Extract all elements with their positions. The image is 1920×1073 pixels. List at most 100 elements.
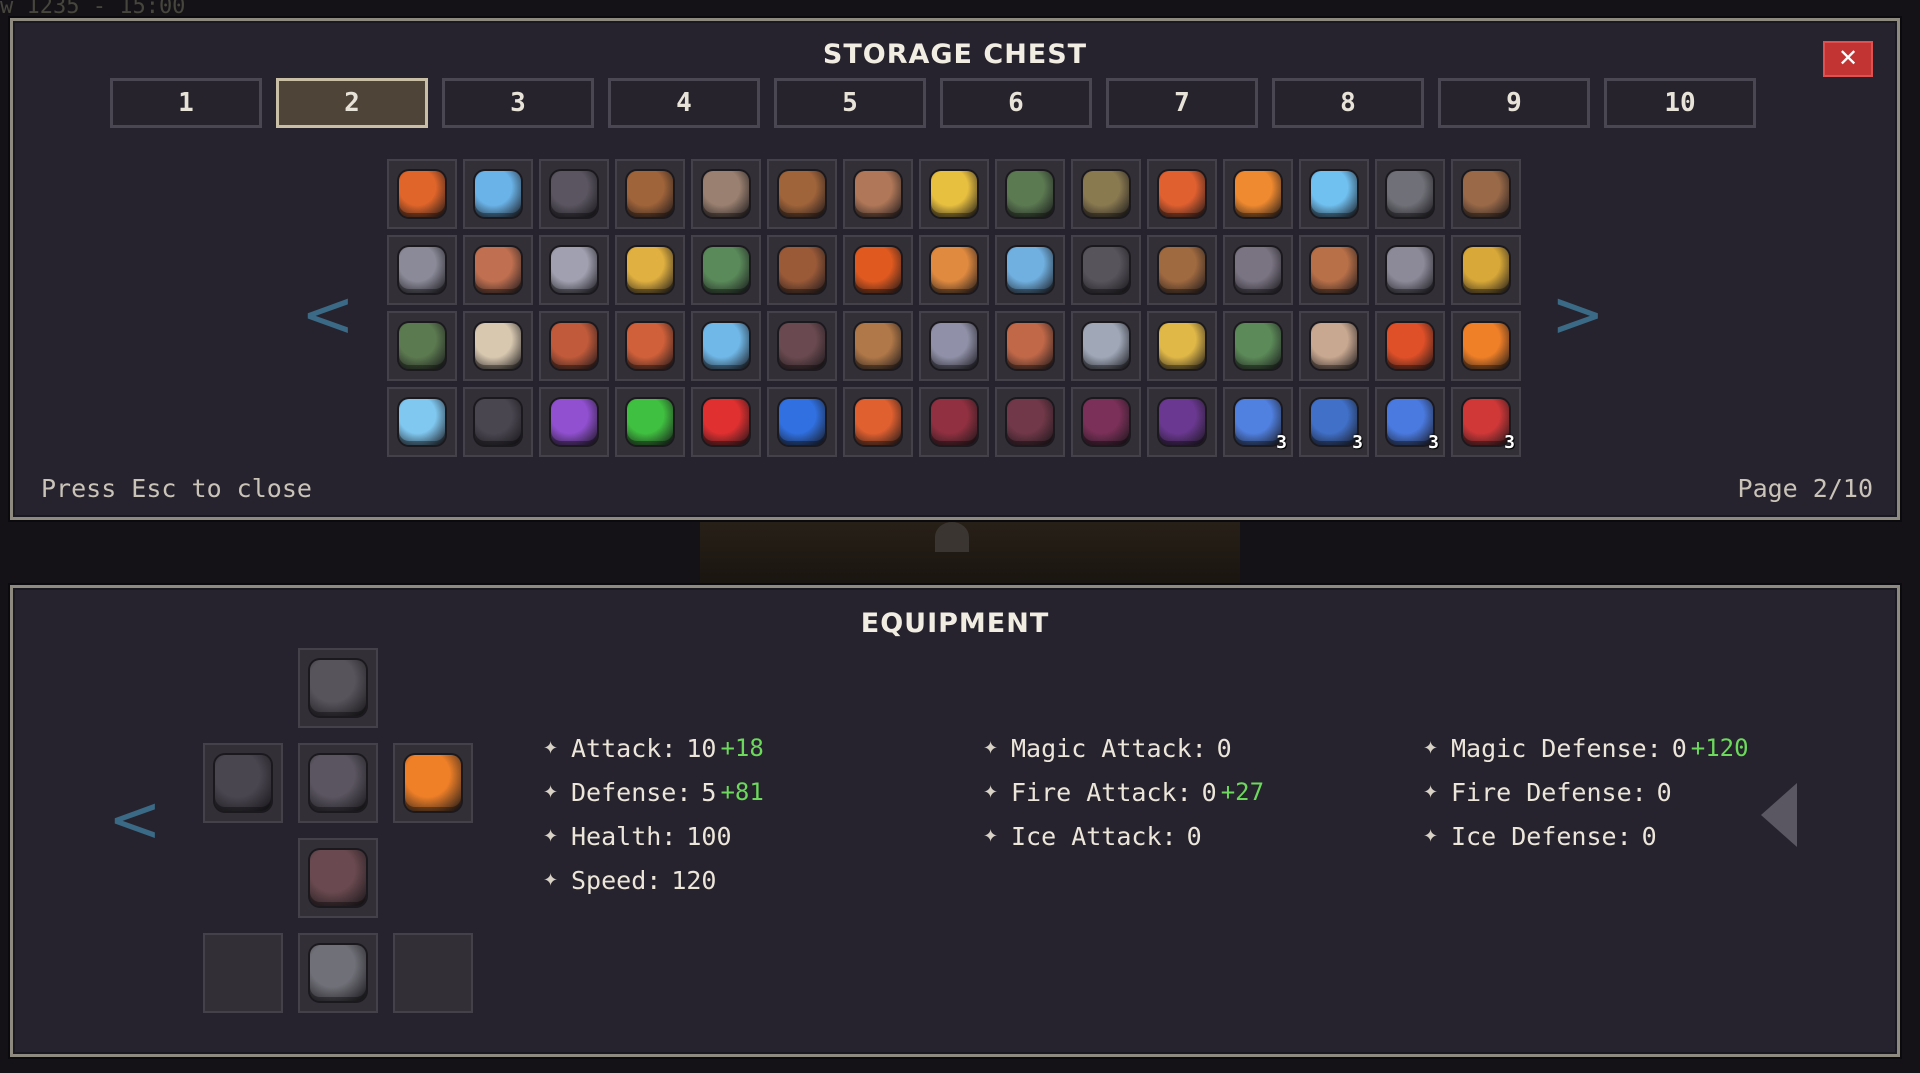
storage-slot[interactable] <box>539 159 609 229</box>
storage-slot[interactable] <box>691 311 761 381</box>
storage-slot[interactable] <box>843 387 913 457</box>
storage-slot[interactable] <box>1223 311 1293 381</box>
stat-value: 120 <box>671 865 717 895</box>
gloves-slot[interactable] <box>203 743 283 823</box>
storage-slot[interactable] <box>387 235 457 305</box>
tab-page-4[interactable]: 4 <box>608 78 760 128</box>
ring-slot[interactable] <box>203 933 283 1013</box>
storage-slot[interactable] <box>919 311 989 381</box>
storage-slot[interactable] <box>1375 159 1445 229</box>
storage-slot[interactable] <box>767 387 837 457</box>
storage-slot[interactable]: 3 <box>1223 387 1293 457</box>
next-page-arrow[interactable]: > <box>1551 283 1605 347</box>
storage-slot[interactable] <box>1071 311 1141 381</box>
fur-boots-icon <box>1083 171 1129 217</box>
tab-page-10[interactable]: 10 <box>1604 78 1756 128</box>
storage-slot[interactable] <box>387 159 457 229</box>
helmet-slot[interactable] <box>298 648 378 728</box>
leggings-slot[interactable] <box>298 838 378 918</box>
ice-armor-icon <box>475 171 521 217</box>
storage-slot[interactable] <box>539 235 609 305</box>
stat-value: 100 <box>686 821 732 851</box>
storage-slot[interactable] <box>843 235 913 305</box>
stat-value: 0 <box>1216 733 1232 763</box>
prev-page-arrow[interactable]: < <box>301 283 355 347</box>
gold-helmet-icon <box>627 247 673 293</box>
storage-slot[interactable] <box>1299 311 1369 381</box>
tab-page-1[interactable]: 1 <box>110 78 262 128</box>
storage-slot[interactable] <box>1147 387 1217 457</box>
storage-slot[interactable]: 3 <box>1451 387 1521 457</box>
storage-slot[interactable] <box>1147 235 1217 305</box>
storage-slot[interactable] <box>1451 235 1521 305</box>
storage-slot[interactable] <box>691 159 761 229</box>
storage-slot[interactable] <box>387 311 457 381</box>
storage-slot[interactable] <box>615 311 685 381</box>
stats-column-1: ✦ Attack: 10 +18 ✦ Defense: 5 +81 ✦ Health: 100 ✦ Sp… <box>543 726 764 902</box>
storage-slot[interactable] <box>539 311 609 381</box>
storage-slot[interactable] <box>767 235 837 305</box>
storage-slot[interactable] <box>919 387 989 457</box>
storage-slot[interactable] <box>1451 311 1521 381</box>
storage-slot[interactable] <box>767 311 837 381</box>
storage-slot[interactable] <box>995 235 1065 305</box>
storage-slot[interactable] <box>1299 159 1369 229</box>
equipment-next-arrow[interactable] <box>1761 783 1797 847</box>
accessory-slot[interactable] <box>393 933 473 1013</box>
tab-page-5[interactable]: 5 <box>774 78 926 128</box>
bullet-icon: ✦ <box>983 781 999 803</box>
storage-slot[interactable] <box>995 311 1065 381</box>
storage-slot[interactable] <box>463 159 533 229</box>
dark-leggings-icon <box>779 323 825 369</box>
boots-slot[interactable] <box>298 933 378 1013</box>
storage-slot[interactable] <box>1451 159 1521 229</box>
dark-leggings-icon <box>310 850 366 906</box>
tab-page-7[interactable]: 7 <box>1106 78 1258 128</box>
weapon-slot[interactable] <box>393 743 473 823</box>
tab-page-2[interactable]: 2 <box>276 78 428 128</box>
equipment-prev-arrow[interactable]: < <box>108 788 162 852</box>
storage-slot[interactable] <box>1071 159 1141 229</box>
tab-page-3[interactable]: 3 <box>442 78 594 128</box>
storage-slot[interactable] <box>995 159 1065 229</box>
storage-slot[interactable] <box>1223 159 1293 229</box>
storage-slot[interactable] <box>843 159 913 229</box>
storage-chest-panel: STORAGE CHEST ✕ 1 2 3 4 5 6 7 8 9 10 < > 3333 Pre… <box>10 18 1900 520</box>
bullet-icon: ✦ <box>983 825 999 847</box>
storage-slot[interactable] <box>1071 387 1141 457</box>
storage-slot[interactable] <box>463 387 533 457</box>
storage-slot[interactable] <box>767 159 837 229</box>
storage-slot[interactable] <box>615 159 685 229</box>
storage-slot[interactable] <box>1375 235 1445 305</box>
storage-slot[interactable] <box>615 387 685 457</box>
storage-slot[interactable] <box>1147 159 1217 229</box>
storage-slot[interactable] <box>463 235 533 305</box>
storage-slot[interactable] <box>843 311 913 381</box>
storage-slot[interactable] <box>539 387 609 457</box>
storage-slot[interactable] <box>1299 235 1369 305</box>
tab-page-8[interactable]: 8 <box>1272 78 1424 128</box>
storage-slot[interactable] <box>1071 235 1141 305</box>
storage-slot[interactable] <box>1375 311 1445 381</box>
storage-slot[interactable] <box>691 235 761 305</box>
tab-page-9[interactable]: 9 <box>1438 78 1590 128</box>
stat-label: Health: <box>571 821 677 851</box>
bullet-icon: ✦ <box>1423 737 1439 759</box>
storage-slot[interactable] <box>463 311 533 381</box>
bullet-icon: ✦ <box>543 869 559 891</box>
storage-slot[interactable] <box>387 387 457 457</box>
storage-slot[interactable] <box>615 235 685 305</box>
storage-slot[interactable]: 3 <box>1299 387 1369 457</box>
stat-label: Ice Defense: <box>1451 821 1632 851</box>
item-quantity: 3 <box>1504 432 1515 453</box>
storage-slot[interactable] <box>1147 311 1217 381</box>
tab-page-6[interactable]: 6 <box>940 78 1092 128</box>
storage-slot[interactable] <box>919 235 989 305</box>
storage-slot[interactable] <box>1223 235 1293 305</box>
storage-slot[interactable] <box>995 387 1065 457</box>
close-button[interactable]: ✕ <box>1823 41 1873 77</box>
storage-slot[interactable] <box>691 387 761 457</box>
storage-slot[interactable]: 3 <box>1375 387 1445 457</box>
storage-slot[interactable] <box>919 159 989 229</box>
armor-slot[interactable] <box>298 743 378 823</box>
